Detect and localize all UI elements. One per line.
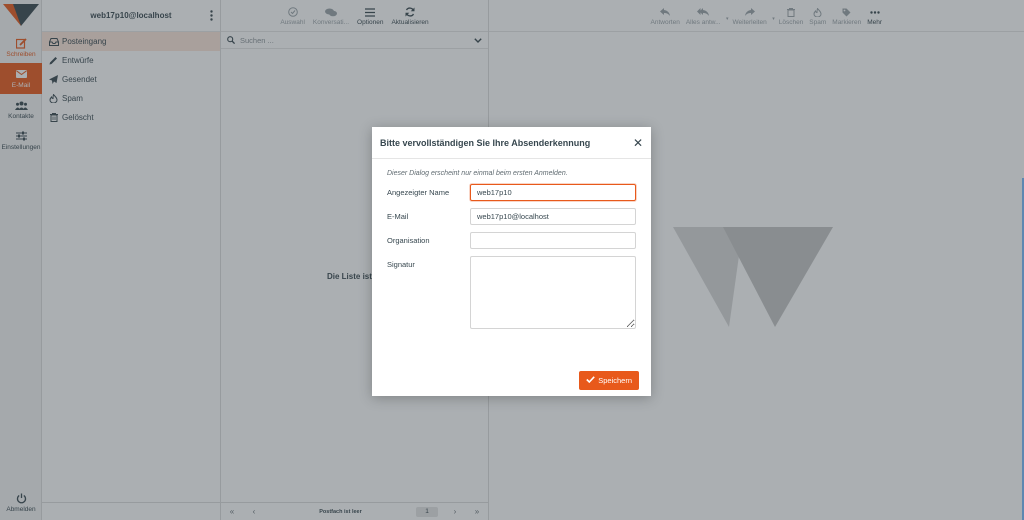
signature-row: Signatur: [387, 256, 636, 329]
save-button[interactable]: Speichern: [579, 371, 639, 390]
email-label: E-Mail: [387, 212, 409, 221]
identity-dialog: Bitte vervollständigen Sie Ihre Absender…: [372, 127, 651, 396]
dialog-body: Dieser Dialog erscheint nur einmal beim …: [372, 159, 651, 329]
dialog-hint: Dieser Dialog erscheint nur einmal beim …: [387, 170, 568, 177]
signature-label: Signatur: [387, 260, 415, 269]
organisation-field[interactable]: [470, 232, 636, 249]
dialog-title: Bitte vervollständigen Sie Ihre Absender…: [380, 137, 591, 148]
name-row: Angezeigter Name: [387, 184, 636, 201]
organisation-row: Organisation: [387, 232, 636, 249]
signature-field[interactable]: [470, 256, 636, 329]
email-row: E-Mail: [387, 208, 636, 225]
dialog-header: Bitte vervollständigen Sie Ihre Absender…: [372, 127, 651, 159]
save-label: Speichern: [598, 376, 632, 385]
name-field[interactable]: [470, 184, 636, 201]
organisation-label: Organisation: [387, 236, 430, 245]
name-label: Angezeigter Name: [387, 188, 450, 197]
email-field[interactable]: [470, 208, 636, 225]
close-icon[interactable]: ✕: [633, 137, 643, 149]
checkmark-icon: [586, 376, 596, 385]
